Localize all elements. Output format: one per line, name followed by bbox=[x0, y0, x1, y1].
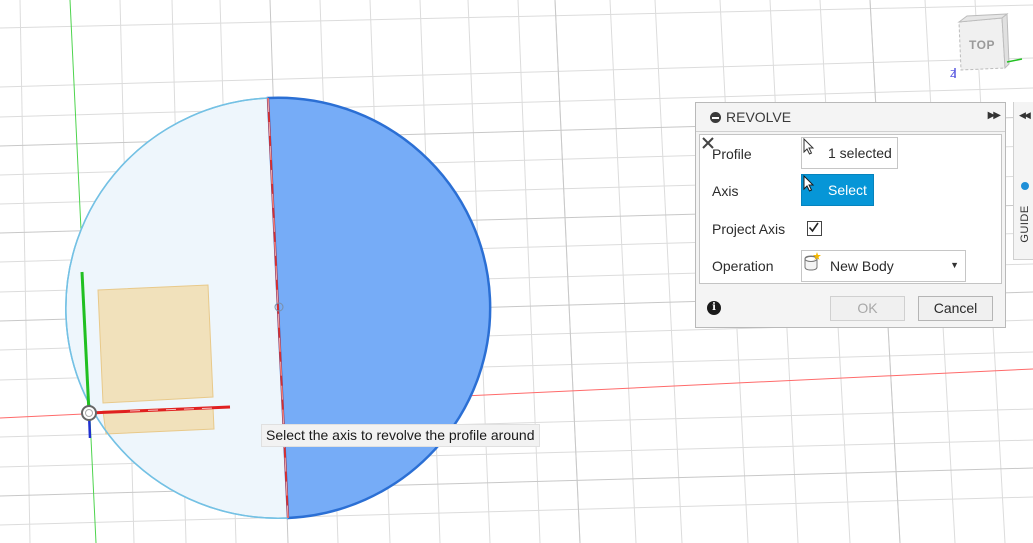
info-icon[interactable]: i bbox=[707, 301, 721, 315]
project-axis-label: Project Axis bbox=[712, 221, 786, 237]
viewcube-z-label: Z bbox=[950, 69, 957, 80]
viewcube-face-label[interactable]: TOP bbox=[969, 38, 995, 52]
cursor-icon bbox=[803, 175, 815, 192]
operation-select[interactable]: New Body ▼ bbox=[801, 250, 966, 282]
guide-tab-label: GUIDE bbox=[1019, 205, 1031, 243]
revolve-dialog: REVOLVE ▶▶ Profile 1 selected Axis Selec… bbox=[695, 102, 1006, 328]
project-axis-checkbox[interactable] bbox=[807, 221, 822, 236]
operation-select-value: New Body bbox=[830, 258, 894, 274]
checkmark-icon bbox=[808, 222, 819, 233]
sketch-rectangle[interactable] bbox=[97, 284, 214, 404]
guide-indicator-dot bbox=[1021, 182, 1029, 190]
origin-point[interactable] bbox=[81, 405, 97, 421]
dialog-header[interactable]: REVOLVE ▶▶ bbox=[696, 103, 1005, 132]
dialog-body: Profile 1 selected Axis Select Project A… bbox=[699, 134, 1002, 284]
cursor-icon bbox=[803, 138, 815, 155]
clear-selection-icon[interactable] bbox=[700, 135, 716, 151]
axis-tooltip: Select the axis to revolve the profile a… bbox=[261, 424, 540, 447]
axis-select-button[interactable]: Select bbox=[801, 174, 874, 206]
collapse-left-icon[interactable]: ◀◀ bbox=[1019, 110, 1031, 121]
axis-label: Axis bbox=[712, 183, 739, 199]
guide-panel-tab[interactable]: ◀◀ GUIDE bbox=[1013, 102, 1033, 260]
collapse-icon[interactable] bbox=[710, 112, 721, 123]
ok-button[interactable]: OK bbox=[830, 296, 905, 321]
expand-arrows-icon[interactable]: ▶▶ bbox=[988, 110, 1001, 121]
profile-label: Profile bbox=[712, 146, 752, 162]
axis-select-value: Select bbox=[828, 182, 867, 198]
new-body-icon bbox=[804, 252, 821, 271]
canvas-viewport[interactable]: TOP Z Select the axis to revolve the pro… bbox=[0, 0, 1033, 543]
dialog-title: REVOLVE bbox=[726, 109, 792, 125]
profile-selection-value: 1 selected bbox=[828, 145, 892, 161]
operation-label: Operation bbox=[712, 258, 774, 274]
viewcube[interactable]: TOP Z bbox=[947, 10, 1027, 85]
profile-selection-button[interactable]: 1 selected bbox=[801, 137, 898, 169]
dropdown-arrow-icon: ▼ bbox=[950, 260, 959, 270]
cancel-button[interactable]: Cancel bbox=[918, 296, 993, 321]
